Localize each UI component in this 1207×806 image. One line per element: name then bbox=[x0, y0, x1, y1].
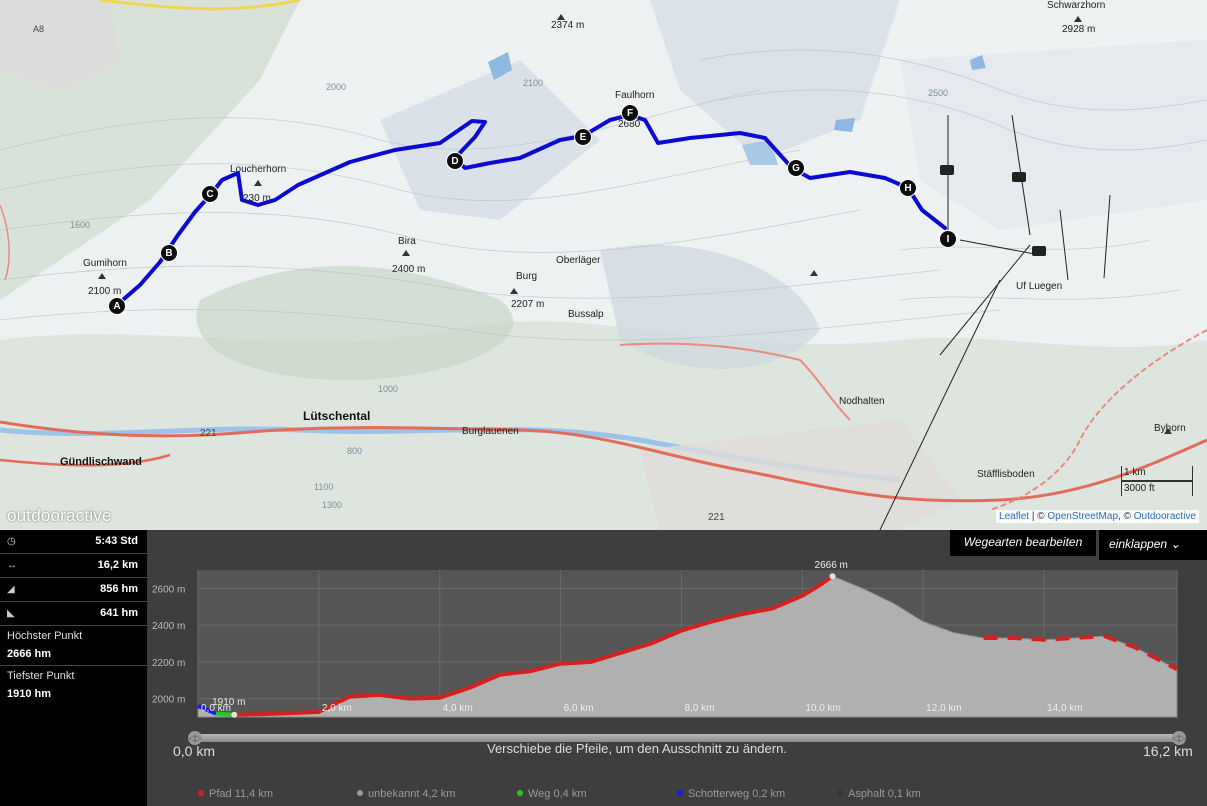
y-tick-label: 2200 m bbox=[152, 658, 185, 669]
peak-label: 2666 m bbox=[815, 560, 848, 571]
waypoint-marker-d[interactable]: D bbox=[446, 152, 464, 170]
contour-label: 2100 bbox=[523, 78, 544, 88]
x-tick-label: 2,0 km bbox=[322, 703, 352, 714]
map-tiles bbox=[0, 0, 1207, 530]
map-scale: 1 km 3000 ft bbox=[1121, 466, 1193, 496]
scale-imperial: 3000 ft bbox=[1121, 481, 1193, 496]
contour-label: 1100 bbox=[314, 482, 334, 492]
stat-ascent: ◢ 856 hm bbox=[0, 578, 147, 602]
road-number: 221 bbox=[200, 428, 217, 439]
descent-icon: ◣ bbox=[7, 608, 15, 619]
osm-link[interactable]: OpenStreetMap bbox=[1047, 511, 1118, 522]
town-label: Lütschental bbox=[303, 409, 371, 423]
waypoint-marker-b[interactable]: B bbox=[160, 244, 178, 262]
peak-altitude: 2100 m bbox=[88, 286, 122, 297]
x-tick-label: 12,0 km bbox=[926, 703, 962, 714]
start-point bbox=[231, 711, 238, 718]
peak-label: 2374 m bbox=[551, 20, 585, 31]
scale-metric: 1 km bbox=[1121, 466, 1193, 481]
peak-label: Bira bbox=[398, 236, 416, 247]
place-label: Burglauenen bbox=[462, 426, 519, 437]
contour-label: 1600 bbox=[70, 220, 91, 230]
y-tick-label: 2400 m bbox=[152, 621, 185, 632]
contour-label: 800 bbox=[347, 446, 363, 456]
clock-icon: ◷ bbox=[7, 536, 16, 547]
distance-icon: ↔ bbox=[7, 560, 17, 571]
leaflet-link[interactable]: Leaflet bbox=[999, 511, 1029, 522]
range-end-label: 16,2 km bbox=[1143, 743, 1193, 759]
place-label: Bussalp bbox=[568, 309, 604, 320]
contour-label: 1300 bbox=[322, 500, 343, 510]
map-attribution: Leaflet | © OpenStreetMap, © Outdooracti… bbox=[996, 510, 1199, 523]
place-label: Stäfflisboden bbox=[977, 469, 1035, 480]
peak-altitude: 2928 m bbox=[1062, 24, 1096, 35]
contour-label: 1000 bbox=[378, 384, 399, 394]
waypoint-marker-e[interactable]: E bbox=[574, 128, 592, 146]
town-label: Gündlischwand bbox=[60, 456, 142, 468]
legend-item: Schotterweg 0,2 km bbox=[677, 788, 785, 800]
x-tick-label: 6,0 km bbox=[564, 703, 594, 714]
waypoint-marker-g[interactable]: G bbox=[787, 159, 805, 177]
peak-label: Gumihorn bbox=[83, 258, 127, 269]
x-tick-label: 4,0 km bbox=[443, 703, 473, 714]
ascent-icon: ◢ bbox=[7, 584, 15, 595]
stat-distance: ↔ 16,2 km bbox=[0, 554, 147, 578]
highest-point-label: Höchster Punkt bbox=[7, 630, 83, 642]
y-tick-label: 2000 m bbox=[152, 695, 185, 706]
waypoint-marker-a[interactable]: A bbox=[108, 297, 126, 315]
lowest-point-label: Tiefster Punkt bbox=[7, 670, 75, 682]
legend-item: unbekannt 4,2 km bbox=[357, 788, 455, 800]
y-axis-labels: 2600 m 2400 m 2200 m 2000 m bbox=[152, 584, 185, 705]
lowest-point-value: 1910 hm bbox=[7, 688, 52, 700]
legend-item: Weg 0,4 km bbox=[517, 788, 587, 800]
legend-item: Asphalt 0,1 km bbox=[837, 788, 921, 800]
peak-altitude: 2400 m bbox=[392, 264, 426, 275]
peak-label: Schwarzhorn bbox=[1047, 0, 1106, 11]
peak-altitude: 2207 m bbox=[511, 299, 545, 310]
range-start-label: 0,0 km bbox=[173, 743, 216, 759]
y-tick-label: 2600 m bbox=[152, 584, 185, 595]
stat-descent: ◣ 641 hm bbox=[0, 602, 147, 626]
range-hint: Verschiebe die Pfeile, um den Ausschnitt… bbox=[487, 741, 787, 756]
peak-point bbox=[829, 573, 836, 580]
waypoint-marker-f[interactable]: F bbox=[621, 104, 639, 122]
place-label: Nodhalten bbox=[839, 396, 885, 407]
place-label: Oberläger bbox=[556, 255, 601, 266]
road-number: A8 bbox=[33, 24, 45, 34]
waypoint-marker-h[interactable]: H bbox=[899, 179, 917, 197]
x-tick-label: 10,0 km bbox=[805, 703, 841, 714]
peak-altitude: 230 m bbox=[243, 193, 271, 204]
waypoint-marker-c[interactable]: C bbox=[201, 185, 219, 203]
x-tick-label: 14,0 km bbox=[1047, 703, 1083, 714]
legend-item: Pfad 11,4 km bbox=[198, 788, 273, 800]
start-label: 1910 m bbox=[212, 697, 245, 708]
contour-label: 2000 bbox=[326, 82, 347, 92]
place-label: Burg bbox=[516, 271, 538, 282]
peak-label: Loucherhorn bbox=[230, 164, 287, 175]
map-view[interactable]: 2374 m Schwarzhorn 2928 m Faulhorn 2680 … bbox=[0, 0, 1207, 530]
highest-point-value: 2666 hm bbox=[0, 646, 147, 666]
contour-label: 2500 bbox=[928, 88, 949, 98]
brand-logo: outdooractive bbox=[7, 506, 112, 525]
outdooractive-link[interactable]: Outdooractive bbox=[1134, 511, 1196, 522]
x-tick-label: 8,0 km bbox=[684, 703, 714, 714]
elevation-chart[interactable]: 2600 m2400 m2200 m2000 m 0,0 km 2,0 km 4,0… bbox=[147, 530, 1207, 730]
place-label: Uf Luegen bbox=[1016, 281, 1063, 292]
peak-label: Byhorn bbox=[1154, 423, 1186, 434]
waypoint-marker-i[interactable]: I bbox=[939, 230, 957, 248]
tour-stats-panel: ◷ 5:43 Std ↔ 16,2 km ◢ 856 hm ◣ 641 hm H… bbox=[0, 530, 147, 806]
stat-duration: ◷ 5:43 Std bbox=[0, 530, 147, 554]
peak-label: Faulhorn bbox=[615, 90, 655, 101]
road-number: 221 bbox=[708, 512, 725, 523]
